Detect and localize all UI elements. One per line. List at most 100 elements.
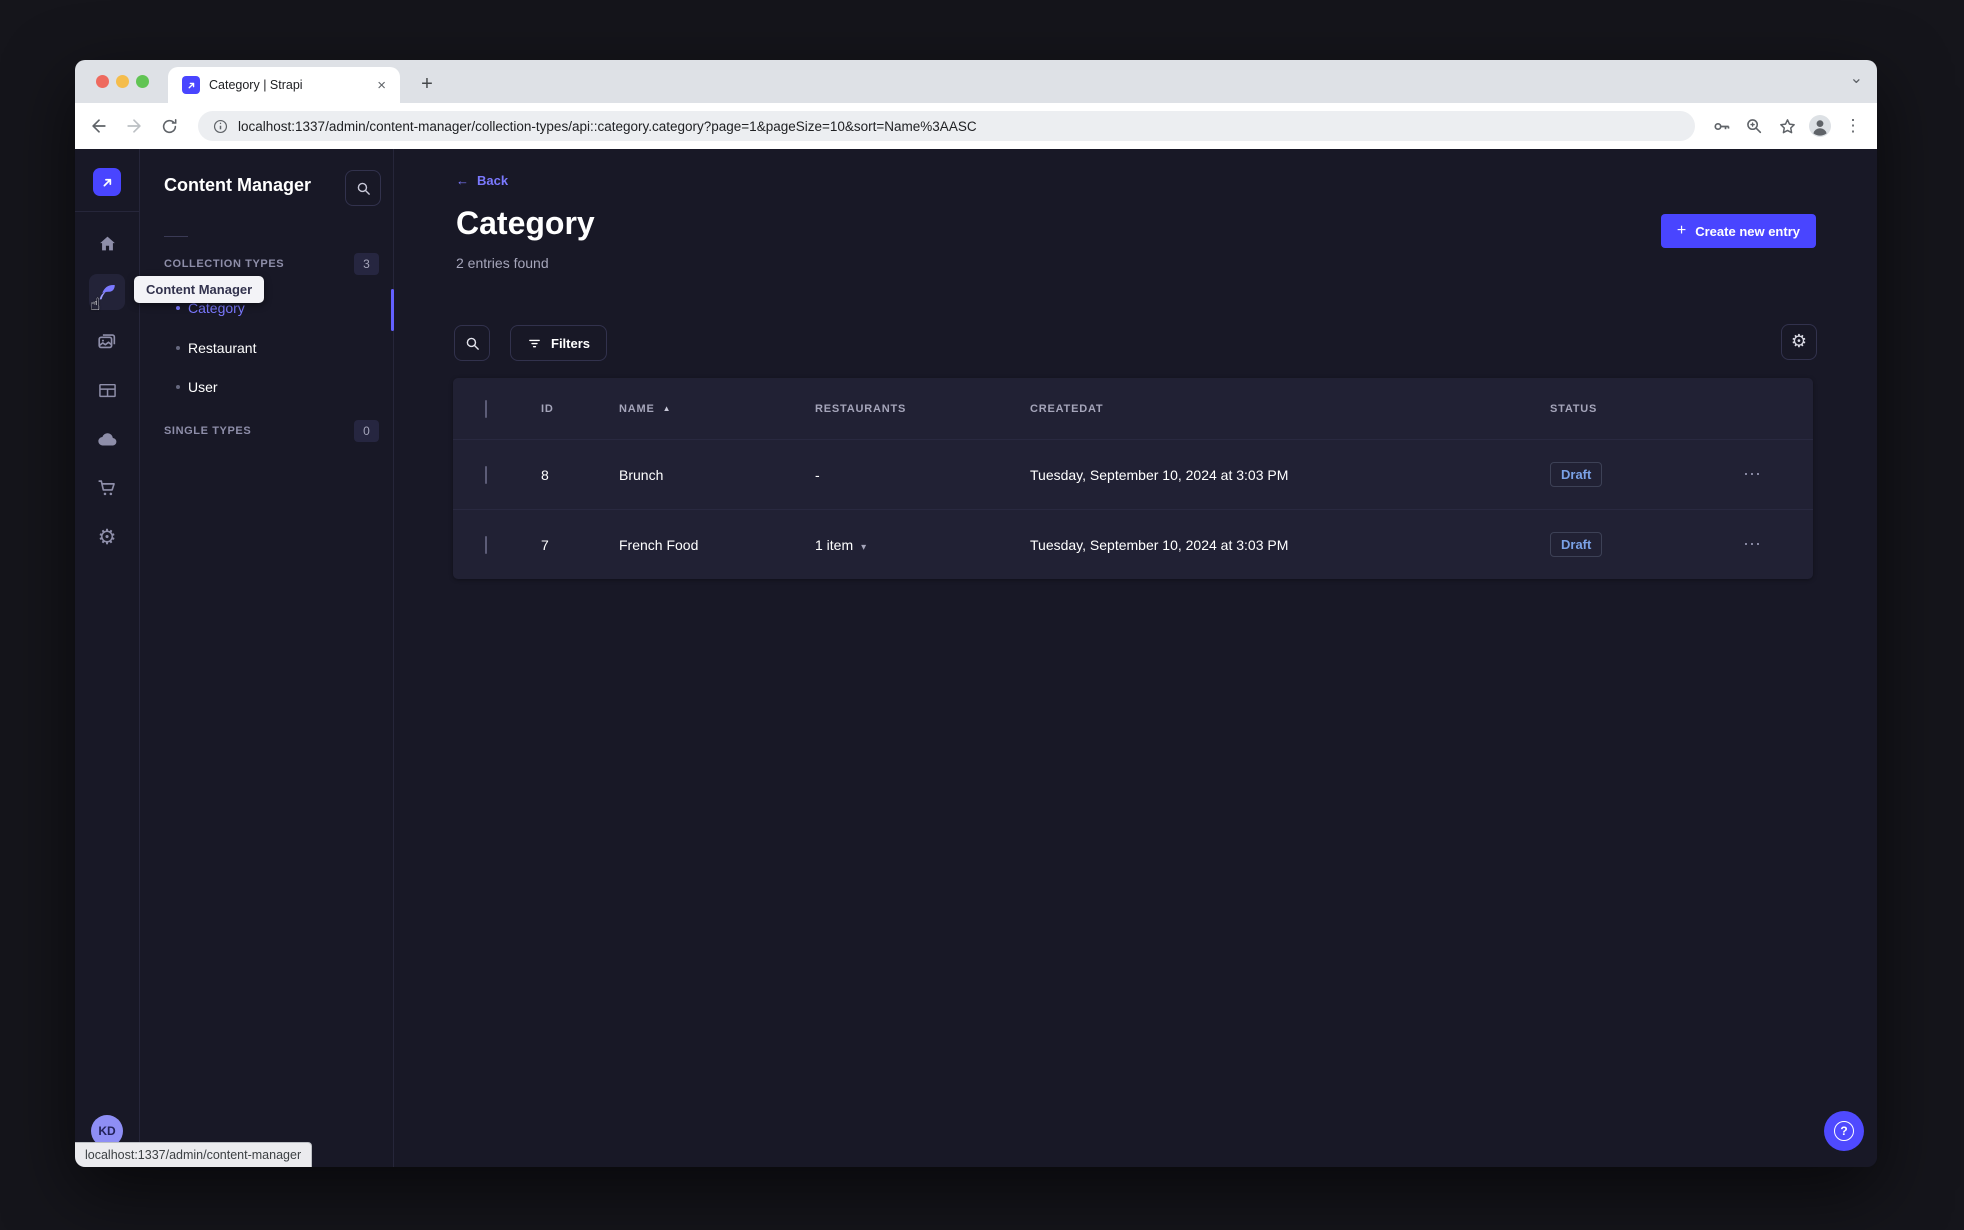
cell-restaurants: -: [815, 466, 820, 483]
cell-id: 8: [541, 466, 549, 483]
table-row[interactable]: 8 Brunch - Tuesday, September 10, 2024 a…: [453, 439, 1813, 509]
rail-divider: [75, 211, 139, 212]
plus-icon: +: [1676, 222, 1687, 239]
panel-title: Content Manager: [164, 175, 312, 195]
tab-search-chevron-icon[interactable]: ⌄: [1850, 68, 1863, 88]
back-icon[interactable]: [87, 114, 111, 138]
new-tab-button[interactable]: +: [413, 70, 441, 98]
gear-icon: ⚙: [97, 524, 117, 549]
traffic-lights: [96, 75, 149, 88]
reload-icon[interactable]: [157, 114, 181, 138]
cell-restaurants[interactable]: 1 item ▾: [795, 537, 1010, 553]
strapi-favicon-icon: [182, 76, 200, 94]
home-icon: [97, 233, 118, 254]
table-row[interactable]: 7 French Food 1 item ▾ Tuesday, September…: [453, 509, 1813, 579]
bullet-icon: [176, 346, 180, 350]
content-manager-panel: Content Manager COLLECTION TYPES 3 Categ…: [134, 149, 394, 1167]
column-header-name[interactable]: NAME ▲: [599, 403, 795, 415]
sidebar-item-user[interactable]: User: [140, 367, 393, 407]
mouse-cursor-hand: ☝: [90, 295, 101, 315]
status-badge: Draft: [1550, 532, 1603, 557]
gear-icon: ⚙: [1790, 331, 1808, 352]
url-text[interactable]: localhost:1337/admin/content-manager/col…: [238, 119, 977, 134]
zoom-magnifier-icon[interactable]: [1742, 114, 1766, 138]
column-header-status[interactable]: STATUS: [1530, 403, 1725, 415]
row-checkbox[interactable]: [485, 535, 487, 554]
section-label: COLLECTION TYPES: [164, 258, 285, 270]
search-icon: [464, 335, 481, 352]
caret-down-icon: ▾: [861, 541, 867, 553]
collection-types-header: COLLECTION TYPES 3: [164, 253, 379, 275]
filters-button[interactable]: Filters: [510, 325, 608, 361]
nav-settings[interactable]: ⚙: [89, 519, 125, 555]
column-header-createdat[interactable]: CREATEDAT: [1010, 403, 1530, 415]
main-content: ← Back Category 2 entries found + Create…: [394, 149, 1877, 1167]
layout-icon: [97, 380, 118, 401]
toolbar-actions: ⋮: [1709, 114, 1865, 138]
nav-rail: ☝ ⚙ KD: [75, 149, 140, 1167]
cell-createdat: Tuesday, September 10, 2024 at 3:03 PM: [1030, 466, 1289, 483]
nav-media-library[interactable]: [89, 323, 125, 359]
tab-title: Category | Strapi: [209, 78, 303, 92]
entries-count: 2 entries found: [456, 255, 549, 271]
media-images-icon: [96, 330, 118, 352]
panel-divider: [164, 236, 188, 237]
create-new-entry-button[interactable]: + Create new entry: [1660, 214, 1816, 248]
bookmark-star-icon[interactable]: [1775, 114, 1799, 138]
cell-createdat: Tuesday, September 10, 2024 at 3:03 PM: [1030, 536, 1289, 553]
question-mark-icon: ?: [1834, 1121, 1854, 1141]
column-header-restaurants[interactable]: RESTAURANTS: [795, 403, 1010, 415]
search-icon: [355, 180, 372, 197]
browser-window: Category | Strapi × + ⌄ localhost:1337/a…: [75, 60, 1877, 1167]
maximize-window-button[interactable]: [136, 75, 149, 88]
row-actions-button[interactable]: ⋯: [1725, 534, 1762, 555]
single-types-header: SINGLE TYPES 0: [164, 420, 379, 442]
tab-close-icon[interactable]: ×: [373, 77, 390, 94]
row-checkbox[interactable]: [485, 465, 487, 484]
browser-tab[interactable]: Category | Strapi ×: [168, 67, 400, 103]
bullet-icon: [176, 306, 180, 310]
link-status-bar: localhost:1337/admin/content-manager: [75, 1142, 313, 1167]
column-header-id[interactable]: ID: [521, 403, 599, 415]
minimize-window-button[interactable]: [116, 75, 129, 88]
single-types-count-badge: 0: [354, 420, 379, 442]
section-label: SINGLE TYPES: [164, 425, 252, 437]
page-info-icon[interactable]: [212, 118, 229, 135]
nav-content-manager[interactable]: ☝: [89, 274, 125, 315]
collection-types-count-badge: 3: [354, 253, 379, 275]
panel-search-button[interactable]: [345, 170, 381, 206]
table-header-row: ID NAME ▲ RESTAURANTS CREATEDAT STATUS: [453, 378, 1813, 439]
select-all-checkbox[interactable]: [485, 399, 487, 418]
cloud-icon: [96, 428, 119, 451]
nav-deploy-cloud[interactable]: [89, 421, 125, 457]
status-badge: Draft: [1550, 462, 1603, 487]
back-link[interactable]: ← Back: [456, 173, 508, 188]
tab-strip: Category | Strapi × + ⌄: [75, 60, 1877, 103]
browser-menu-icon[interactable]: ⋮: [1841, 114, 1865, 138]
cell-name: French Food: [619, 536, 699, 553]
page-title: Category: [456, 205, 595, 241]
password-key-icon[interactable]: [1709, 114, 1733, 138]
table-search-button[interactable]: [454, 325, 490, 361]
cell-name: Brunch: [619, 466, 664, 483]
url-bar[interactable]: localhost:1337/admin/content-manager/col…: [198, 111, 1695, 141]
cart-icon: [96, 477, 118, 499]
forward-icon[interactable]: [122, 114, 146, 138]
browser-toolbar: localhost:1337/admin/content-manager/col…: [75, 103, 1877, 149]
view-settings-button[interactable]: ⚙: [1781, 324, 1817, 360]
sidebar-item-restaurant[interactable]: Restaurant: [140, 328, 393, 368]
back-arrow-icon: ←: [456, 173, 469, 188]
nav-marketplace[interactable]: [89, 470, 125, 506]
nav-content-type-builder[interactable]: [89, 372, 125, 408]
cell-id: 7: [541, 536, 549, 553]
bullet-icon: [176, 385, 180, 389]
help-button[interactable]: ?: [1824, 1111, 1864, 1151]
sort-asc-icon: ▲: [662, 404, 672, 413]
nav-home[interactable]: [89, 225, 125, 261]
entries-table: ID NAME ▲ RESTAURANTS CREATEDAT STATUS 8…: [453, 378, 1813, 579]
close-window-button[interactable]: [96, 75, 109, 88]
strapi-logo[interactable]: [93, 168, 121, 196]
profile-avatar[interactable]: [1808, 114, 1832, 138]
row-actions-button[interactable]: ⋯: [1725, 464, 1762, 485]
strapi-app: ☝ ⚙ KD Content Manager COLLECTION TYPES …: [75, 149, 1877, 1167]
